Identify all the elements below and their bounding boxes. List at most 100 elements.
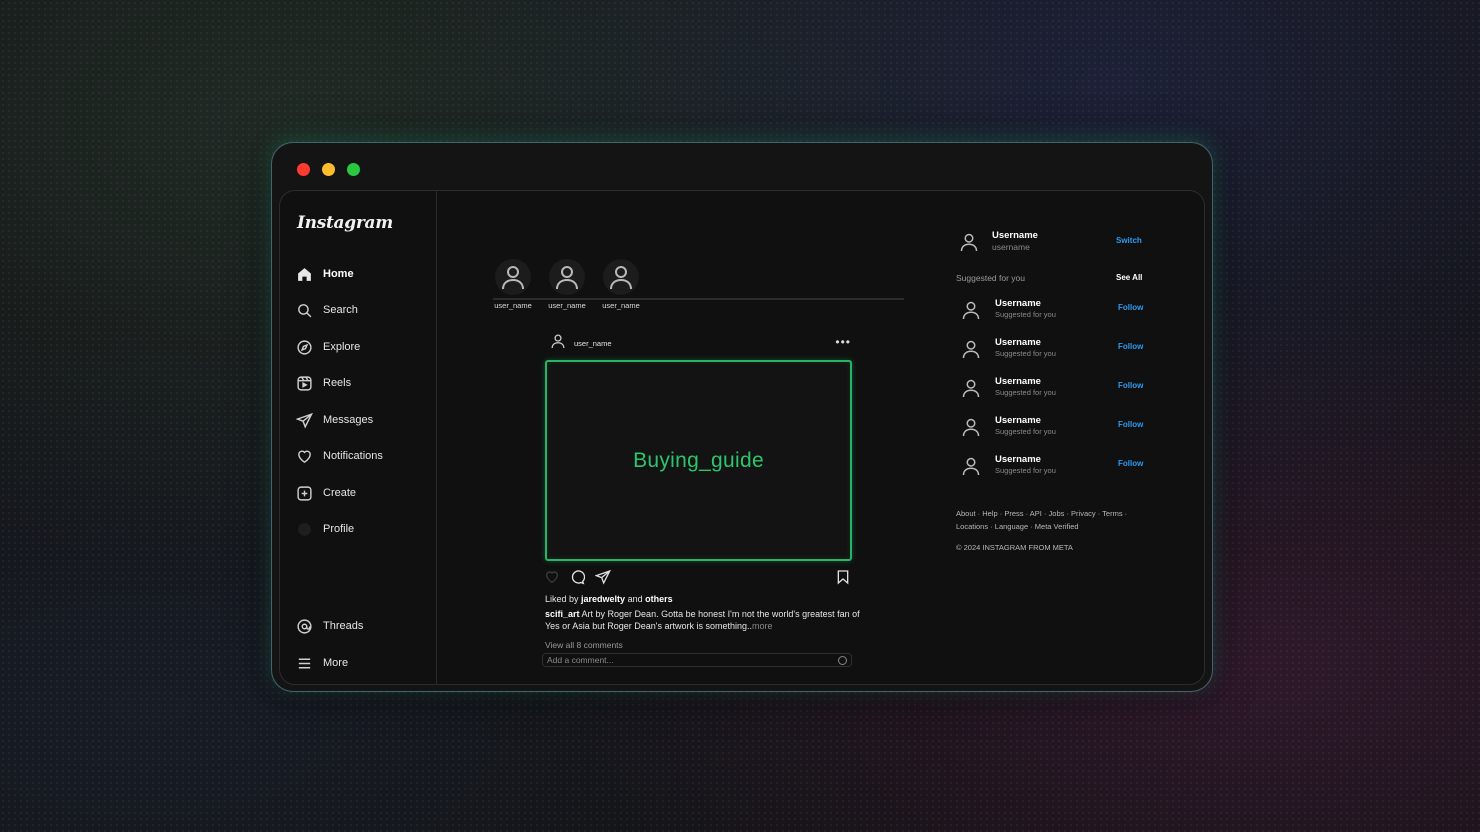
story-item[interactable]: user_name xyxy=(493,259,533,310)
sidebar-item-label: Reels xyxy=(323,377,352,389)
switch-account-button[interactable]: Switch xyxy=(1116,236,1142,245)
sidebar: Instagram Home Search Explore Reels Mess… xyxy=(280,191,437,684)
follow-button[interactable]: Follow xyxy=(1118,303,1143,312)
heart-icon xyxy=(296,448,313,465)
instagram-screen: Instagram Home Search Explore Reels Mess… xyxy=(279,190,1205,685)
follow-button[interactable]: Follow xyxy=(1118,342,1143,351)
current-handle: username xyxy=(992,242,1030,252)
sidebar-item-label: Explore xyxy=(323,341,361,353)
suggestion-subtext: Suggested for you xyxy=(995,310,1056,319)
like-icon[interactable] xyxy=(544,569,561,586)
user-avatar-icon[interactable] xyxy=(958,414,984,440)
plus-square-icon xyxy=(296,485,313,502)
sidebar-item-label: Threads xyxy=(323,620,364,632)
suggestion-username[interactable]: Username xyxy=(995,415,1041,426)
home-icon xyxy=(296,266,313,283)
sidebar-item-reels[interactable]: Reels xyxy=(296,372,351,394)
footer-links-line[interactable]: About · Help · Press · API · Jobs · Priv… xyxy=(956,507,1146,520)
user-avatar-icon[interactable] xyxy=(956,229,982,255)
user-avatar-icon[interactable] xyxy=(958,297,984,323)
sidebar-item-profile[interactable]: Profile xyxy=(296,518,354,540)
user-avatar-icon xyxy=(549,259,585,295)
story-item[interactable]: user_name xyxy=(547,259,587,310)
emoji-icon[interactable] xyxy=(838,656,847,665)
suggestion-row: Username Suggested for you Follow xyxy=(956,414,1146,442)
stories-bar: user_name user_name user_name xyxy=(493,259,641,310)
sidebar-item-search[interactable]: Search xyxy=(296,299,358,321)
maximize-window-button[interactable] xyxy=(347,163,360,176)
caption-more-link[interactable]: more xyxy=(752,621,773,631)
sidebar-item-explore[interactable]: Explore xyxy=(296,336,360,358)
user-avatar-icon[interactable] xyxy=(958,453,984,479)
suggestion-username[interactable]: Username xyxy=(995,298,1041,309)
instagram-logo[interactable]: Instagram xyxy=(297,213,393,233)
close-window-button[interactable] xyxy=(297,163,310,176)
comment-placeholder: Add a comment... xyxy=(547,655,614,665)
sidebar-item-label: Profile xyxy=(323,523,355,535)
suggested-header: Suggested for you xyxy=(956,273,1025,283)
post-image-text: Buying_guide xyxy=(633,448,764,472)
suggestion-row: Username Suggested for you Follow xyxy=(956,453,1146,481)
suggestion-username[interactable]: Username xyxy=(995,337,1041,348)
comment-icon[interactable] xyxy=(569,569,586,586)
liked-others[interactable]: others xyxy=(645,594,673,604)
user-avatar-icon[interactable] xyxy=(958,336,984,362)
story-item[interactable]: user_name xyxy=(601,259,641,310)
sidebar-item-label: Home xyxy=(323,268,354,280)
current-username[interactable]: Username xyxy=(992,230,1038,241)
sidebar-item-home[interactable]: Home xyxy=(296,263,354,285)
caption-username[interactable]: scifi_art xyxy=(545,609,580,619)
likes-prefix: Liked by xyxy=(545,594,582,604)
view-all-comments-link[interactable]: View all 8 comments xyxy=(545,640,623,650)
sidebar-item-label: Notifications xyxy=(323,450,383,462)
likes-text: Liked by jaredwelty and others xyxy=(545,594,673,604)
threads-icon xyxy=(296,618,313,635)
sidebar-item-more[interactable]: More xyxy=(296,652,348,674)
suggestion-subtext: Suggested for you xyxy=(995,388,1056,397)
see-all-button[interactable]: See All xyxy=(1116,273,1142,282)
likes-and: and xyxy=(625,594,646,604)
menu-icon xyxy=(296,655,313,672)
comment-input[interactable]: Add a comment... xyxy=(542,653,852,667)
reels-icon xyxy=(296,375,313,392)
suggestion-username[interactable]: Username xyxy=(995,376,1041,387)
follow-button[interactable]: Follow xyxy=(1118,459,1143,468)
footer-links: About · Help · Press · API · Jobs · Priv… xyxy=(956,507,1146,533)
post-username[interactable]: user_name xyxy=(574,339,612,348)
more-options-icon[interactable]: ••• xyxy=(835,335,851,349)
sidebar-item-create[interactable]: Create xyxy=(296,482,356,504)
sidebar-item-threads[interactable]: Threads xyxy=(296,615,363,637)
share-icon[interactable] xyxy=(594,569,612,586)
bookmark-icon[interactable] xyxy=(835,569,852,586)
follow-button[interactable]: Follow xyxy=(1118,420,1143,429)
post-actions xyxy=(544,569,852,587)
send-icon xyxy=(296,412,313,429)
suggestion-subtext: Suggested for you xyxy=(995,466,1056,475)
sidebar-item-label: More xyxy=(323,657,349,669)
copyright-text: © 2024 INSTAGRAM FROM META xyxy=(956,543,1073,552)
user-avatar-icon xyxy=(603,259,639,295)
story-username: user_name xyxy=(494,301,532,310)
suggestion-row: Username Suggested for you Follow xyxy=(956,375,1146,403)
story-username: user_name xyxy=(602,301,640,310)
user-avatar-icon[interactable] xyxy=(551,333,565,354)
stories-scrollbar[interactable] xyxy=(493,298,904,300)
user-avatar-icon[interactable] xyxy=(958,375,984,401)
sidebar-item-messages[interactable]: Messages xyxy=(296,409,373,431)
user-avatar-icon xyxy=(495,259,531,295)
caption-text: Art by Roger Dean. Gotta be honest I'm n… xyxy=(545,609,860,631)
current-user-row: Username username Switch xyxy=(956,229,1146,255)
liked-by-user[interactable]: jaredwelty xyxy=(581,594,625,604)
sidebar-item-notifications[interactable]: Notifications xyxy=(296,445,383,467)
follow-button[interactable]: Follow xyxy=(1118,381,1143,390)
post-image[interactable]: Buying_guide xyxy=(545,360,852,561)
minimize-window-button[interactable] xyxy=(322,163,335,176)
sidebar-item-label: Messages xyxy=(323,414,374,426)
suggestion-subtext: Suggested for you xyxy=(995,427,1056,436)
post-header: user_name ••• xyxy=(551,333,851,353)
footer-links-line[interactable]: Locations · Language · Meta Verified xyxy=(956,520,1146,533)
sidebar-item-label: Create xyxy=(323,487,357,499)
suggestion-username[interactable]: Username xyxy=(995,454,1041,465)
story-username: user_name xyxy=(548,301,586,310)
sidebar-item-label: Search xyxy=(323,304,358,316)
